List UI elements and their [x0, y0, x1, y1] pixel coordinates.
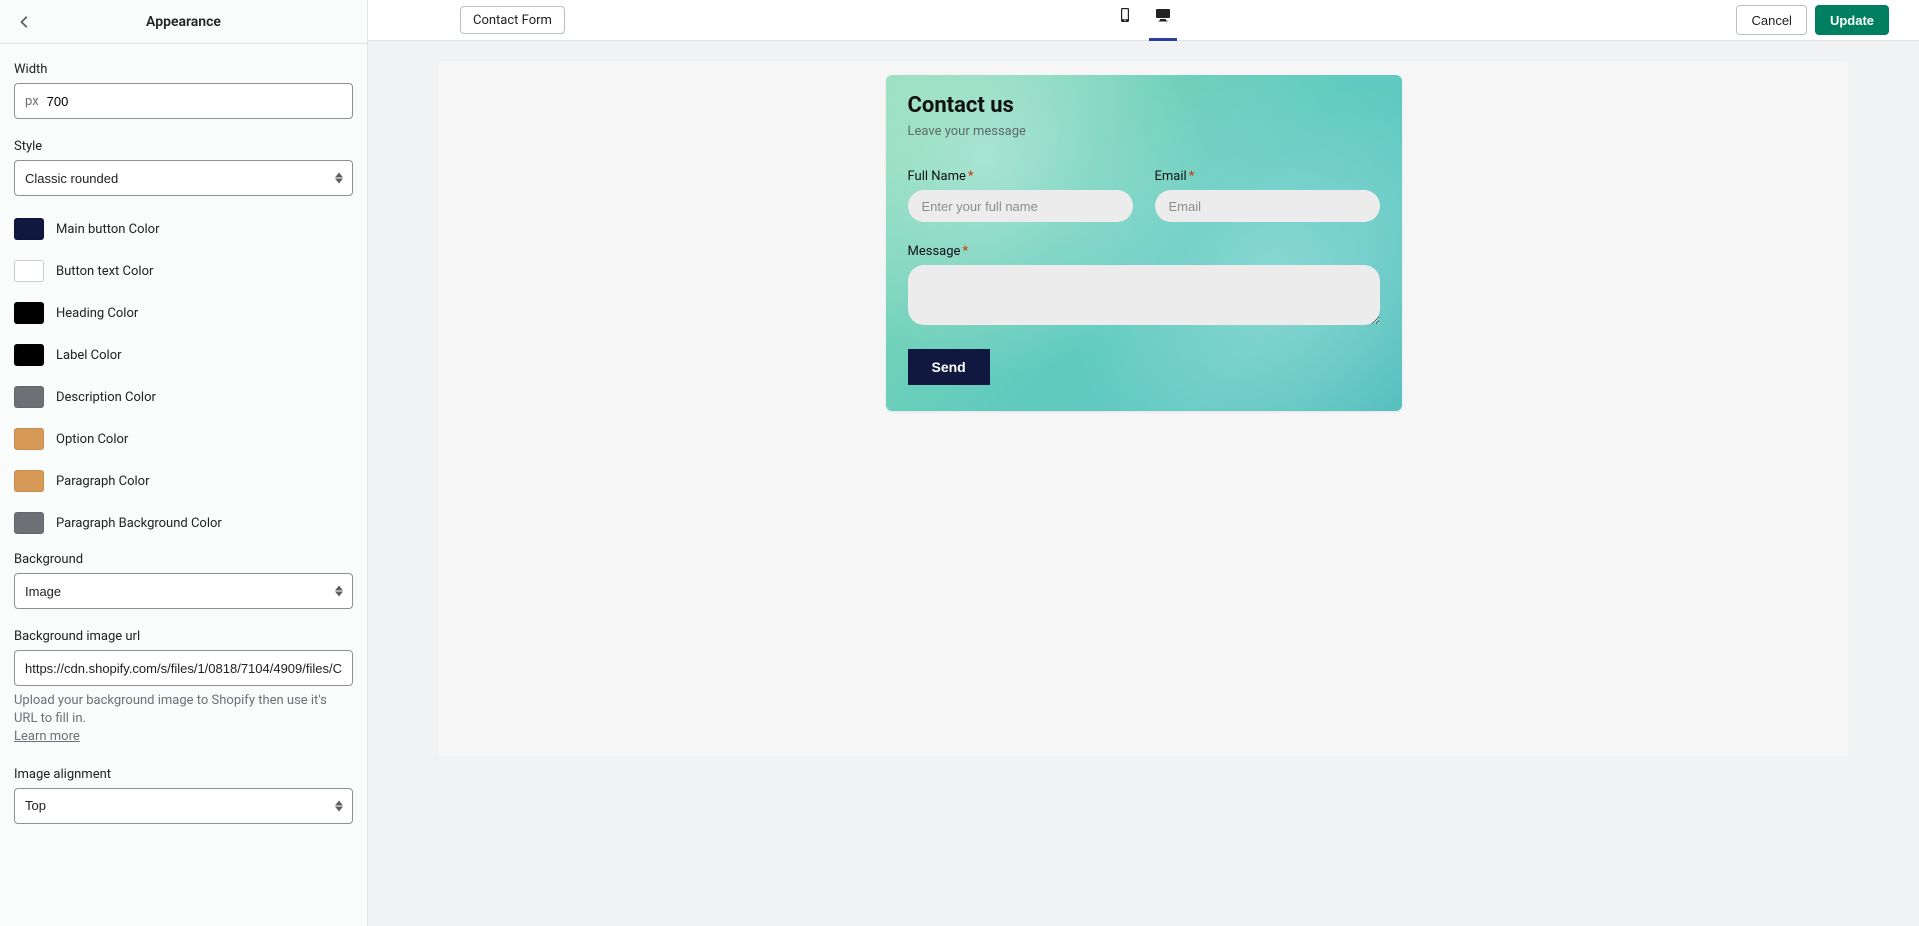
form-name-chip[interactable]: Contact Form [460, 6, 565, 34]
main-button-color-swatch[interactable] [14, 218, 44, 240]
contact-form-preview: Contact us Leave your message Full Name*… [886, 75, 1402, 411]
topbar: Contact Form Cancel Update [368, 0, 1919, 41]
background-field: Background Image [14, 552, 353, 609]
label-color-swatch[interactable] [14, 344, 44, 366]
description-color-swatch[interactable] [14, 386, 44, 408]
sidebar-header: Appearance [0, 0, 367, 44]
style-label: Style [14, 139, 353, 154]
paragraph-color-swatch[interactable] [14, 470, 44, 492]
paragraph-bg-color-label: Paragraph Background Color [56, 516, 222, 531]
mobile-icon [1117, 7, 1133, 23]
color-row-label-color: Label Color [14, 342, 353, 368]
color-row-main-button-color: Main button Color [14, 216, 353, 242]
form-title: Contact us [908, 93, 1380, 118]
send-button[interactable]: Send [908, 349, 990, 385]
bg-url-field: Background image url Upload your backgro… [14, 629, 353, 747]
option-color-label: Option Color [56, 432, 128, 447]
paragraph-bg-color-swatch[interactable] [14, 512, 44, 534]
width-label: Width [14, 62, 353, 77]
email-label: Email* [1155, 169, 1380, 184]
email-input[interactable] [1155, 190, 1380, 222]
option-color-swatch[interactable] [14, 428, 44, 450]
form-subtitle: Leave your message [908, 124, 1380, 139]
main-area: Contact Form Cancel Update Contact us Le… [368, 0, 1919, 926]
color-row-button-text-color: Button text Color [14, 258, 353, 284]
mobile-preview-button[interactable] [1115, 0, 1135, 40]
chevron-left-icon [18, 15, 32, 29]
learn-more-link[interactable]: Learn more [14, 729, 80, 744]
bg-url-help-text: Upload your background image to Shopify … [14, 693, 327, 726]
fullname-label: Full Name* [908, 169, 1133, 184]
width-input[interactable] [47, 84, 352, 118]
desktop-preview-button[interactable] [1153, 0, 1173, 40]
heading-color-label: Heading Color [56, 306, 138, 321]
message-label-text: Message [908, 244, 961, 259]
bg-url-help: Upload your background image to Shopify … [14, 692, 353, 747]
sidebar-title: Appearance [146, 14, 221, 30]
button-text-color-swatch[interactable] [14, 260, 44, 282]
required-asterisk: * [1189, 169, 1195, 184]
preview-canvas: Contact us Leave your message Full Name*… [438, 61, 1849, 756]
message-label: Message* [908, 244, 1380, 259]
required-asterisk: * [968, 169, 974, 184]
alignment-field: Image alignment Top [14, 767, 353, 824]
bg-url-input[interactable] [14, 650, 353, 686]
color-row-heading-color: Heading Color [14, 300, 353, 326]
width-prefix: px [15, 94, 47, 109]
style-field: Style Classic rounded [14, 139, 353, 196]
update-button[interactable]: Update [1815, 5, 1889, 35]
alignment-label: Image alignment [14, 767, 353, 782]
bg-url-label: Background image url [14, 629, 353, 644]
fullname-input[interactable] [908, 190, 1133, 222]
message-textarea[interactable] [908, 265, 1380, 325]
canvas-wrap: Contact us Leave your message Full Name*… [368, 41, 1919, 926]
width-input-wrap[interactable]: px [14, 83, 353, 119]
description-color-label: Description Color [56, 390, 156, 405]
color-row-paragraph-bg-color: Paragraph Background Color [14, 510, 353, 536]
label-color-label: Label Color [56, 348, 122, 363]
heading-color-swatch[interactable] [14, 302, 44, 324]
style-select[interactable]: Classic rounded [14, 160, 353, 196]
appearance-sidebar: Appearance Width px Style Classic rounde… [0, 0, 368, 926]
back-button[interactable] [14, 11, 36, 33]
email-label-text: Email [1155, 169, 1187, 184]
required-asterisk: * [962, 244, 968, 259]
color-row-paragraph-color: Paragraph Color [14, 468, 353, 494]
width-field: Width px [14, 62, 353, 119]
background-select[interactable]: Image [14, 573, 353, 609]
fullname-label-text: Full Name [908, 169, 966, 184]
alignment-select[interactable]: Top [14, 788, 353, 824]
cancel-button[interactable]: Cancel [1736, 5, 1806, 35]
desktop-icon [1155, 7, 1171, 23]
background-label: Background [14, 552, 353, 567]
main-button-color-label: Main button Color [56, 222, 160, 237]
paragraph-color-label: Paragraph Color [56, 474, 150, 489]
button-text-color-label: Button text Color [56, 264, 153, 279]
color-row-description-color: Description Color [14, 384, 353, 410]
color-row-option-color: Option Color [14, 426, 353, 452]
